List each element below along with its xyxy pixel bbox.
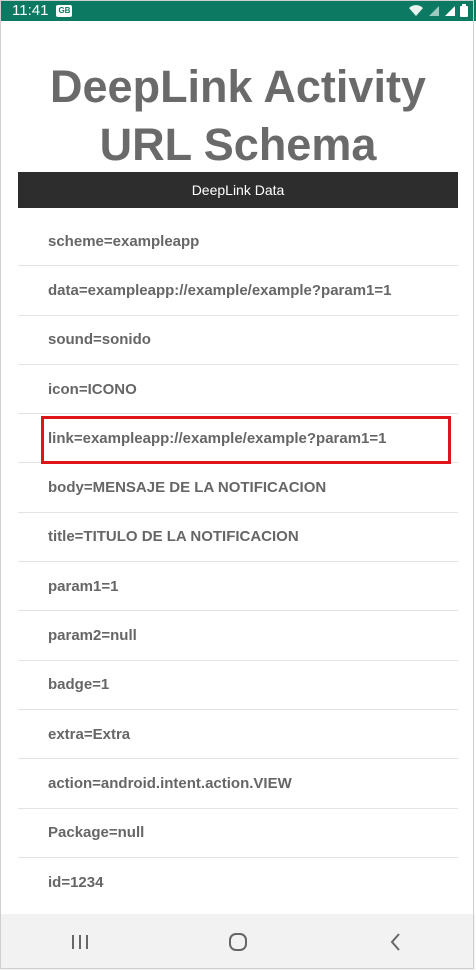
list-item-param1: param1=1 [18, 562, 458, 612]
signal-icon [429, 5, 439, 16]
page-title-line-1: DeepLink Activity [50, 61, 426, 112]
wifi-icon [409, 4, 423, 16]
back-button[interactable] [366, 922, 426, 962]
home-button[interactable] [208, 922, 268, 962]
recents-button[interactable] [50, 922, 110, 962]
list-item-badge: badge=1 [18, 661, 458, 710]
navigation-bar [1, 914, 475, 970]
list-item-link: link=exampleapp://example/example?param1… [18, 414, 458, 464]
status-icons [408, 4, 468, 17]
status-bar: 11:41 GB [0, 0, 476, 21]
list-item-param2: param2=null [18, 611, 458, 661]
recents-icon [72, 935, 88, 949]
signal-icon [445, 5, 455, 16]
list-item-icon: icon=ICONO [18, 365, 458, 415]
status-time: 11:41 [12, 2, 49, 19]
notification-badge: GB [56, 4, 73, 17]
back-icon [390, 933, 400, 951]
page-title-line-2: URL Schema [99, 119, 377, 170]
list-item-title: title=TITULO DE LA NOTIFICACION [18, 513, 458, 563]
list-item-package: Package=null [18, 809, 458, 858]
list-item-action: action=android.intent.action.VIEW [18, 759, 458, 809]
home-icon [229, 933, 247, 951]
list-item-body: body=MENSAJE DE LA NOTIFICACION [18, 463, 458, 513]
battery-icon [460, 4, 468, 17]
section-header: DeepLink Data [18, 172, 458, 208]
list-item-scheme: scheme=exampleapp [18, 217, 458, 267]
list-item-extra: extra=Extra [18, 710, 458, 760]
list-item-sound: sound=sonido [18, 316, 458, 365]
list-item-id: id=1234 [48, 874, 104, 891]
page-title: DeepLink Activity URL Schema [0, 58, 476, 174]
list-item-data: data=exampleapp://example/example?param1… [18, 266, 458, 316]
deeplink-data-list: scheme=exampleapp data=exampleapp://exam… [18, 217, 458, 907]
